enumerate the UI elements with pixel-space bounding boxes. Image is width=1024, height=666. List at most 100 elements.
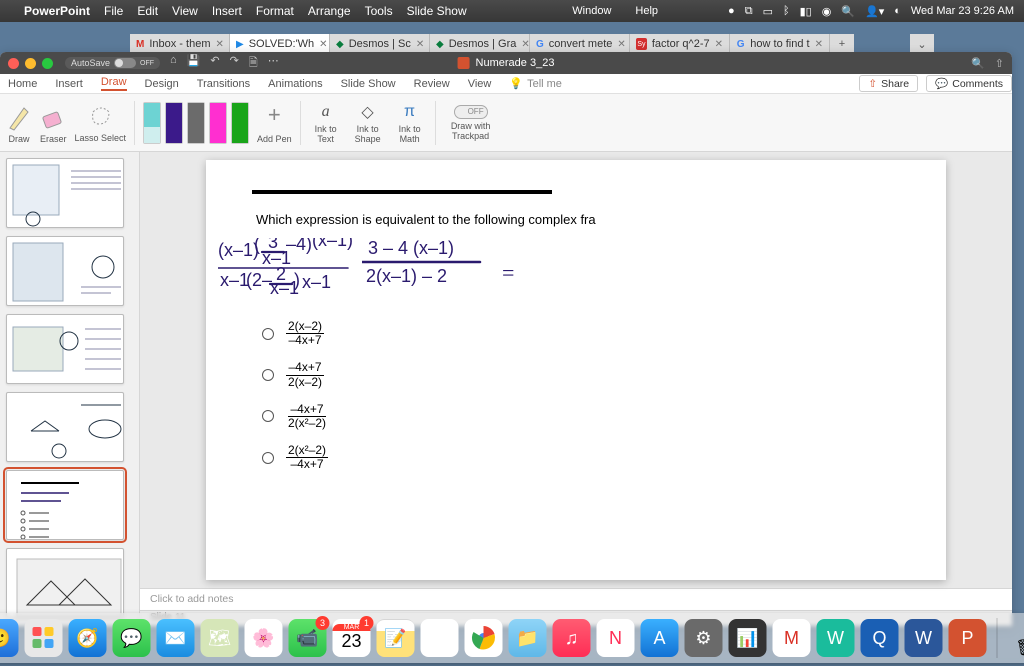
tab-insert[interactable]: Insert [55,78,83,90]
activity-icon[interactable]: 📊 [729,619,767,657]
choice-d[interactable]: 2(x²–2)–4x+7 [262,444,328,471]
eraser-tool[interactable]: Eraser [40,102,67,144]
launchpad-icon[interactable] [25,619,63,657]
menu-edit[interactable]: Edit [137,4,158,18]
ink-to-text[interactable]: aInk to Text [309,102,343,144]
tab-view[interactable]: View [468,78,492,90]
record-icon[interactable]: ● [728,5,735,17]
gmail-app-icon[interactable]: M [773,619,811,657]
close-window[interactable] [8,58,19,69]
tab-overflow-button[interactable]: ⌄ [910,34,934,54]
slide-thumb[interactable] [6,392,124,462]
draw-trackpad[interactable]: OFF Draw with Trackpad [444,105,498,141]
close-icon[interactable]: ✕ [416,39,424,50]
print-icon[interactable]: 🗎 [249,54,258,73]
pen-highlighter-teal[interactable] [143,102,161,144]
chrome-icon[interactable] [465,619,503,657]
tab-draw[interactable]: Draw [101,76,127,91]
autosave-toggle[interactable]: AutoSave OFF [65,57,160,69]
ink-to-math[interactable]: πInk to Math [393,102,427,144]
pen-gray[interactable] [187,102,205,144]
notes-pane[interactable]: Click to add notes [140,588,1012,610]
menu-insert[interactable]: Insert [212,4,242,18]
tab-review[interactable]: Review [414,78,450,90]
photos-icon[interactable]: 🌸 [245,619,283,657]
close-icon[interactable]: ✕ [215,39,223,50]
zoom-window[interactable] [42,58,53,69]
tab-transitions[interactable]: Transitions [197,78,250,90]
slide-thumb[interactable] [6,158,124,228]
pen-pink[interactable] [209,102,227,144]
news-icon[interactable]: N [597,619,635,657]
music-icon[interactable]: ♫ [553,619,591,657]
pen-purple[interactable] [165,102,183,144]
wifi-icon[interactable]: ◉ [822,5,832,18]
add-pen[interactable]: + Add Pen [257,102,292,144]
sysprefs-icon[interactable]: ⚙︎ [685,619,723,657]
close-icon[interactable]: ✕ [521,39,529,50]
messages-icon[interactable]: 💬 [113,619,151,657]
home-icon[interactable]: ⌂ [170,54,177,73]
slide-thumb[interactable] [6,548,124,618]
choice-a[interactable]: 2(x–2)–4x+7 [262,320,328,347]
tell-me-search[interactable]: 💡Tell me [509,77,562,90]
tab-design[interactable]: Design [145,78,179,90]
radio-icon[interactable] [262,452,274,464]
finder-icon[interactable]: 🙂 [0,619,19,657]
powerpoint-dock-icon[interactable]: P [949,619,987,657]
safari-icon[interactable]: 🧭 [69,619,107,657]
browser-tab[interactable]: MInbox - them✕ [130,34,230,54]
word-icon[interactable]: W [905,619,943,657]
folder-icon[interactable]: 📁 [509,619,547,657]
mail-icon[interactable]: ✉️ [157,619,195,657]
quicktime-icon[interactable]: Q [861,619,899,657]
display-icon[interactable]: ▭ [763,5,773,18]
close-icon[interactable]: ✕ [319,39,327,50]
browser-tab[interactable]: ◆Desmos | Gra✕ [430,34,530,54]
user-icon[interactable]: 👤▾ [865,5,884,18]
notes-icon[interactable]: 📝 [377,619,415,657]
tab-home[interactable]: Home [8,78,37,90]
new-tab-button[interactable]: + [830,34,854,54]
draw-tool[interactable]: Draw [6,102,32,144]
menu-arrange[interactable]: Arrange [308,4,351,18]
trash-icon[interactable]: 🗑 [1008,618,1024,658]
maps-icon[interactable]: 🗺 [201,619,239,657]
appstore-icon[interactable]: A [641,619,679,657]
menu-tools[interactable]: Tools [365,4,393,18]
battery-icon[interactable]: ▮▯ [800,5,812,18]
slide-thumb[interactable] [6,314,124,384]
menu-file[interactable]: File [104,4,123,18]
browser-tab[interactable]: ▶SOLVED:'Wh✕ [230,34,330,54]
close-icon[interactable]: ✕ [715,39,723,50]
trackpad-toggle[interactable]: OFF [454,105,488,119]
radio-icon[interactable] [262,369,274,381]
slide-thumb[interactable] [6,470,124,540]
lasso-tool[interactable]: Lasso Select [75,102,127,143]
spotlight-icon[interactable]: 🔍 [841,5,855,18]
tab-slideshow[interactable]: Slide Show [341,78,396,90]
tab-animations[interactable]: Animations [268,78,322,90]
slide-thumb[interactable] [6,236,124,306]
browser-tab[interactable]: ◆Desmos | Sc✕ [330,34,430,54]
undo-icon[interactable]: ↶ [210,54,219,73]
choice-b[interactable]: –4x+72(x–2) [262,361,328,388]
close-icon[interactable]: ✕ [617,39,625,50]
ink-to-shape[interactable]: ◇Ink to Shape [351,102,385,144]
dropbox-icon[interactable]: ⧉ [745,5,753,18]
browser-tab[interactable]: Ghow to find t✕ [730,34,830,54]
pen-green[interactable] [231,102,249,144]
search-icon[interactable]: 🔍 [971,57,985,70]
calendar-icon[interactable]: MAR231 [333,619,371,657]
close-icon[interactable]: ✕ [815,39,823,50]
choice-c[interactable]: –4x+72(x²–2) [262,403,328,430]
browser-tab[interactable]: Syfactor q^2-7✕ [630,34,730,54]
menu-help[interactable]: Help [635,5,658,17]
minimize-window[interactable] [25,58,36,69]
menu-slideshow[interactable]: Slide Show [407,4,467,18]
share-icon[interactable]: ⇧ [995,57,1004,70]
more-icon[interactable]: ⋯ [268,54,279,73]
redo-icon[interactable]: ↷ [230,54,239,73]
slide-thumbnails[interactable] [0,152,140,626]
reminders-icon[interactable]: ☑︎ [421,619,459,657]
